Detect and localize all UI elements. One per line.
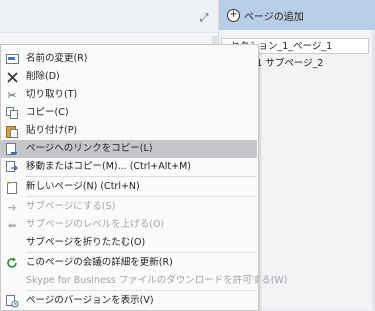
menu-item-cut[interactable]: ✂ 切り取り(T) (1, 86, 257, 104)
add-page-button[interactable]: + ページの追加 (227, 6, 304, 24)
menu-separator (26, 176, 256, 177)
context-menu: 名前の変更(R) 削除(D) ✂ 切り取り(T) コピー(C) 貼り付け(P) … (0, 44, 288, 311)
menu-item-rename[interactable]: 名前の変更(R) (1, 50, 257, 68)
menu-item-refresh-meeting[interactable]: このページの会議の詳細を更新(R) (1, 254, 257, 272)
paste-icon (5, 124, 19, 138)
add-circle-icon: + (227, 8, 240, 22)
menu-item-copy[interactable]: コピー(C) (1, 104, 257, 122)
menu-item-collapse-subpages[interactable]: サブページを折りたたむ(O) (1, 234, 257, 252)
copy-icon (5, 106, 19, 120)
arrow-left-icon: ⬅ (7, 218, 17, 232)
menu-item-promote-subpage[interactable]: ⬅ サブページのレベルを上げる(O) (1, 216, 257, 234)
rename-icon (5, 52, 19, 66)
menu-item-new-page[interactable]: 新しいページ(N) (Ctrl+N) (1, 178, 257, 196)
menu-item-page-versions[interactable]: ページのバージョンを表示(V) (1, 292, 257, 310)
menu-item-label: 移動またはコピー(M)... (Ctrl+Alt+M) (26, 161, 191, 172)
menu-item-label: サブページにする(S) (26, 201, 116, 212)
menu-item-move-copy[interactable]: 移動またはコピー(M)... (Ctrl+Alt+M) (1, 158, 257, 176)
page-versions-icon (5, 294, 19, 308)
pane-header: + ページの追加 (219, 0, 375, 30)
scissors-icon: ✂ (7, 88, 17, 102)
menu-item-label: ページへのリンクをコピー(L) (26, 143, 153, 154)
add-page-label: ページの追加 (244, 11, 304, 23)
menu-item-label: サブページを折りたたむ(O) (26, 237, 146, 248)
menu-item-delete[interactable]: 削除(D) (1, 68, 257, 86)
menu-item-label: 削除(D) (26, 71, 60, 82)
menu-item-label: 切り取り(T) (26, 89, 78, 100)
menu-item-label: コピー(C) (26, 107, 69, 118)
new-page-icon (5, 180, 19, 194)
menu-item-label: サブページのレベルを上げる(O) (26, 219, 165, 230)
arrow-right-icon: ➔ (7, 200, 17, 214)
menu-separator (26, 252, 256, 253)
menu-item-label: Skype for Business ファイルのダウンロードを許可する(W) (26, 275, 288, 286)
menu-item-label: 名前の変更(R) (26, 53, 88, 64)
menu-separator (26, 290, 256, 291)
canvas-top-bar (0, 0, 218, 33)
copy-link-icon (5, 142, 19, 156)
menu-item-label: ページのバージョンを表示(V) (26, 295, 154, 306)
move-copy-icon (5, 160, 19, 174)
menu-item-allow-skype-download[interactable]: Skype for Business ファイルのダウンロードを許可する(W) (1, 272, 288, 290)
menu-separator (26, 196, 256, 197)
menu-item-label: このページの会議の詳細を更新(R) (26, 257, 173, 268)
expand-icon[interactable]: ⤢ (196, 10, 212, 26)
menu-item-label: 新しいページ(N) (Ctrl+N) (26, 181, 140, 192)
menu-item-copy-link[interactable]: ページへのリンクをコピー(L) (1, 140, 257, 158)
menu-item-label: 貼り付け(P) (26, 125, 78, 136)
refresh-icon (5, 256, 19, 270)
menu-item-make-subpage[interactable]: ➔ サブページにする(S) (1, 198, 257, 216)
delete-x-icon (5, 70, 19, 84)
menu-item-paste[interactable]: 貼り付け(P) (1, 122, 257, 140)
